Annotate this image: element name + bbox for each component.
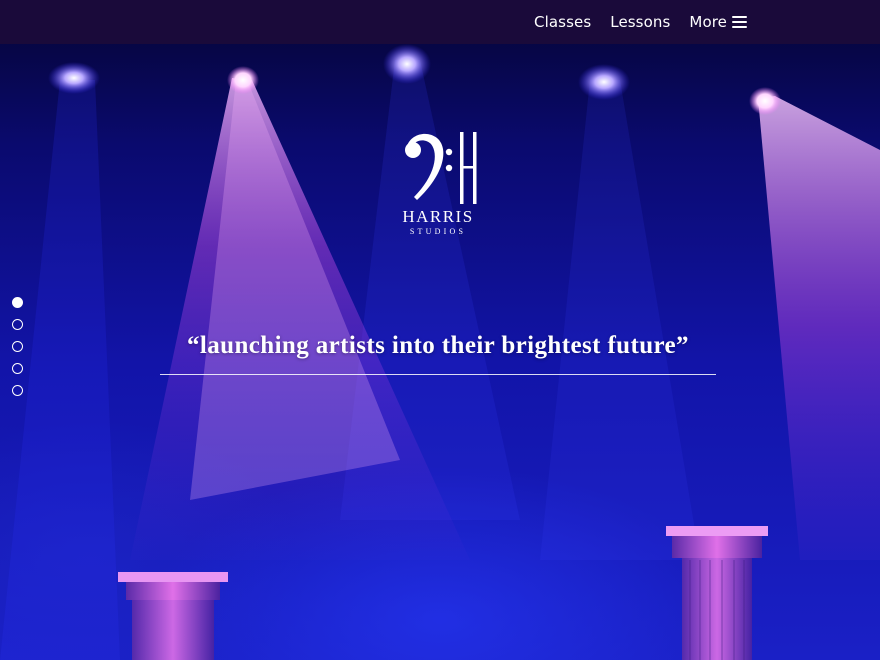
slide-dot-5[interactable] — [12, 385, 23, 396]
slide-dot-1[interactable] — [12, 297, 23, 308]
nav-more-label: More — [689, 13, 727, 31]
nav-link-lessons[interactable]: Lessons — [610, 13, 670, 31]
slide-dot-4[interactable] — [12, 363, 23, 374]
right-pillar — [666, 526, 768, 660]
nav-more-menu[interactable]: More — [689, 13, 747, 31]
bass-clef-icon — [405, 132, 477, 204]
slide-dot-3[interactable] — [12, 341, 23, 352]
slide-dot-2[interactable] — [12, 319, 23, 330]
nav-links: Classes Lessons More — [534, 0, 747, 44]
nav-link-classes[interactable]: Classes — [534, 13, 591, 31]
logo-name: HARRIS — [402, 207, 474, 226]
logo-subtitle: STUDIOS — [409, 227, 467, 236]
tagline-divider — [160, 374, 716, 375]
left-pillar — [118, 572, 228, 660]
top-navigation-bar: Classes Lessons More — [0, 0, 880, 44]
site-logo[interactable]: HARRIS STUDIOS — [395, 130, 481, 242]
hamburger-menu-icon — [732, 16, 747, 28]
slide-pagination — [12, 297, 23, 396]
hero-tagline: “launching artists into their brightest … — [187, 332, 689, 359]
